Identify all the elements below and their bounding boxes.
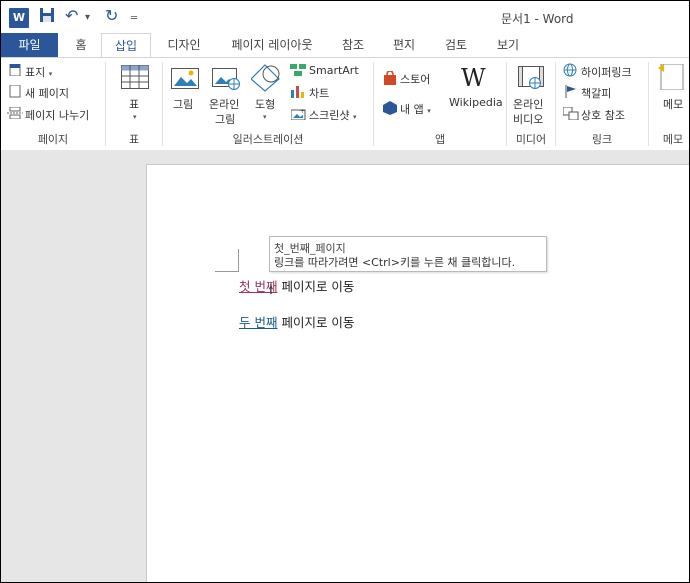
online-video-icon[interactable] [518,66,544,93]
undo-dropdown-icon[interactable]: ▾ [85,8,90,28]
page-break-icon [7,106,23,122]
tab-references[interactable]: 참조 [335,33,371,57]
group-label-tables: 표 [128,133,140,146]
blank-page-icon [9,84,21,101]
group-label-links: 링크 [591,133,613,146]
page-break-button[interactable]: 페이지 나누기 [25,107,89,123]
store-icon [383,70,397,88]
ribbon-tabs: 파일 홈 삽입 디자인 페이지 레이아웃 참조 편지 검토 보기 [1,33,689,58]
tab-mailings[interactable]: 편지 [385,33,423,57]
group-label-apps: 앱 [434,133,446,146]
cover-page-button[interactable]: 표지 ▾ [25,64,52,80]
screenshot-icon: + [290,108,307,123]
picture-icon[interactable] [171,66,199,93]
chart-button[interactable]: 차트 [309,85,329,101]
paragraph-1: 첫 번째 페이지로 이동 [239,276,354,295]
customize-qat-icon[interactable]: ═ [131,9,137,29]
shapes-button[interactable]: 도형 [255,96,275,112]
chart-icon [291,85,305,101]
online-picture-button-line2: 그림 [215,113,236,126]
screenshot-button[interactable]: 스크린샷 ▾ [309,107,357,123]
hyperlink-button[interactable]: 하이퍼링크 [581,64,632,80]
paragraph-text: 페이지로 이동 [277,279,355,294]
hyperlink-tooltip: 첫_번째_페이지 링크를 따라가려면 <Ctrl>키를 누른 채 클릭합니다. [269,236,547,272]
picture-button[interactable]: 그림 [173,96,193,112]
hyperlink-second-page[interactable]: 두 번째 [239,315,277,330]
table-icon[interactable] [121,65,149,92]
margin-corner-mark [215,271,239,272]
tab-page-layout[interactable]: 페이지 레이아웃 [223,33,321,57]
online-video-button[interactable]: 온라인 [513,96,543,112]
my-apps-icon [383,101,397,118]
blank-page-button[interactable]: 새 페이지 [25,85,69,101]
smartart-icon [290,64,306,79]
cover-page-icon [9,63,21,79]
group-label-comments: 메모 [662,133,684,146]
table-dropdown-icon[interactable]: ▾ [133,113,137,121]
margin-corner-mark [238,249,239,271]
online-picture-icon[interactable] [212,66,240,93]
redo-icon[interactable]: ↻ [105,6,118,26]
group-label-illustrations: 일러스트레이션 [232,133,304,146]
tab-view[interactable]: 보기 [489,33,527,57]
group-label-media: 미디어 [515,133,547,146]
tab-insert[interactable]: 삽입 [101,33,151,58]
cross-reference-icon [562,106,579,123]
undo-icon[interactable]: ↶ [65,6,78,26]
shapes-icon[interactable] [250,64,281,95]
title-bar: W ↶ ▾ ↻ ═ 문서1 - Word [1,1,689,33]
paragraph-2: 두 번째 페이지로 이동 [239,312,354,331]
online-picture-button[interactable]: 온라인 [209,96,239,112]
tab-review[interactable]: 검토 [437,33,475,57]
shapes-dropdown-icon[interactable]: ▾ [263,113,267,121]
my-apps-button[interactable]: 내 앱 ▾ [400,101,431,117]
document-page[interactable] [146,164,689,582]
wikipedia-icon[interactable]: W [461,64,486,92]
wikipedia-button[interactable]: Wikipedia [449,96,503,109]
comment-icon[interactable] [658,63,688,93]
tab-file[interactable]: 파일 [1,33,58,57]
comment-button[interactable]: 메모 [663,96,683,112]
text-cursor-icon: I [269,283,273,298]
paragraph-text: 페이지로 이동 [277,315,355,330]
online-video-button-line2: 비디오 [513,113,544,126]
word-app-icon[interactable]: W [9,8,29,28]
cross-reference-button[interactable]: 상호 참조 [581,107,625,123]
tooltip-body: 링크를 따라가려면 <Ctrl>키를 누른 채 클릭합니다. [274,256,516,269]
tab-design[interactable]: 디자인 [159,33,209,57]
smartart-button[interactable]: SmartArt [309,64,359,77]
store-button[interactable]: 스토어 [400,71,430,87]
window-title: 문서1 - Word [501,12,574,26]
svg-text:+: + [300,108,305,115]
tab-home[interactable]: 홈 [67,33,95,57]
bookmark-icon [565,85,577,101]
ribbon-insert: 표지 ▾ 새 페이지 페이지 나누기 페이지 표 ▾ 표 그림 온라인 그림 도… [1,57,689,151]
hyperlink-icon [563,63,579,80]
word-window: W ↶ ▾ ↻ ═ 문서1 - Word 파일 홈 삽입 디자인 페이지 레이아… [0,0,690,583]
group-label-pages: 페이지 [37,133,69,146]
bookmark-button[interactable]: 책갈피 [581,85,611,101]
save-icon[interactable] [39,7,55,28]
table-button[interactable]: 표 [129,96,139,112]
